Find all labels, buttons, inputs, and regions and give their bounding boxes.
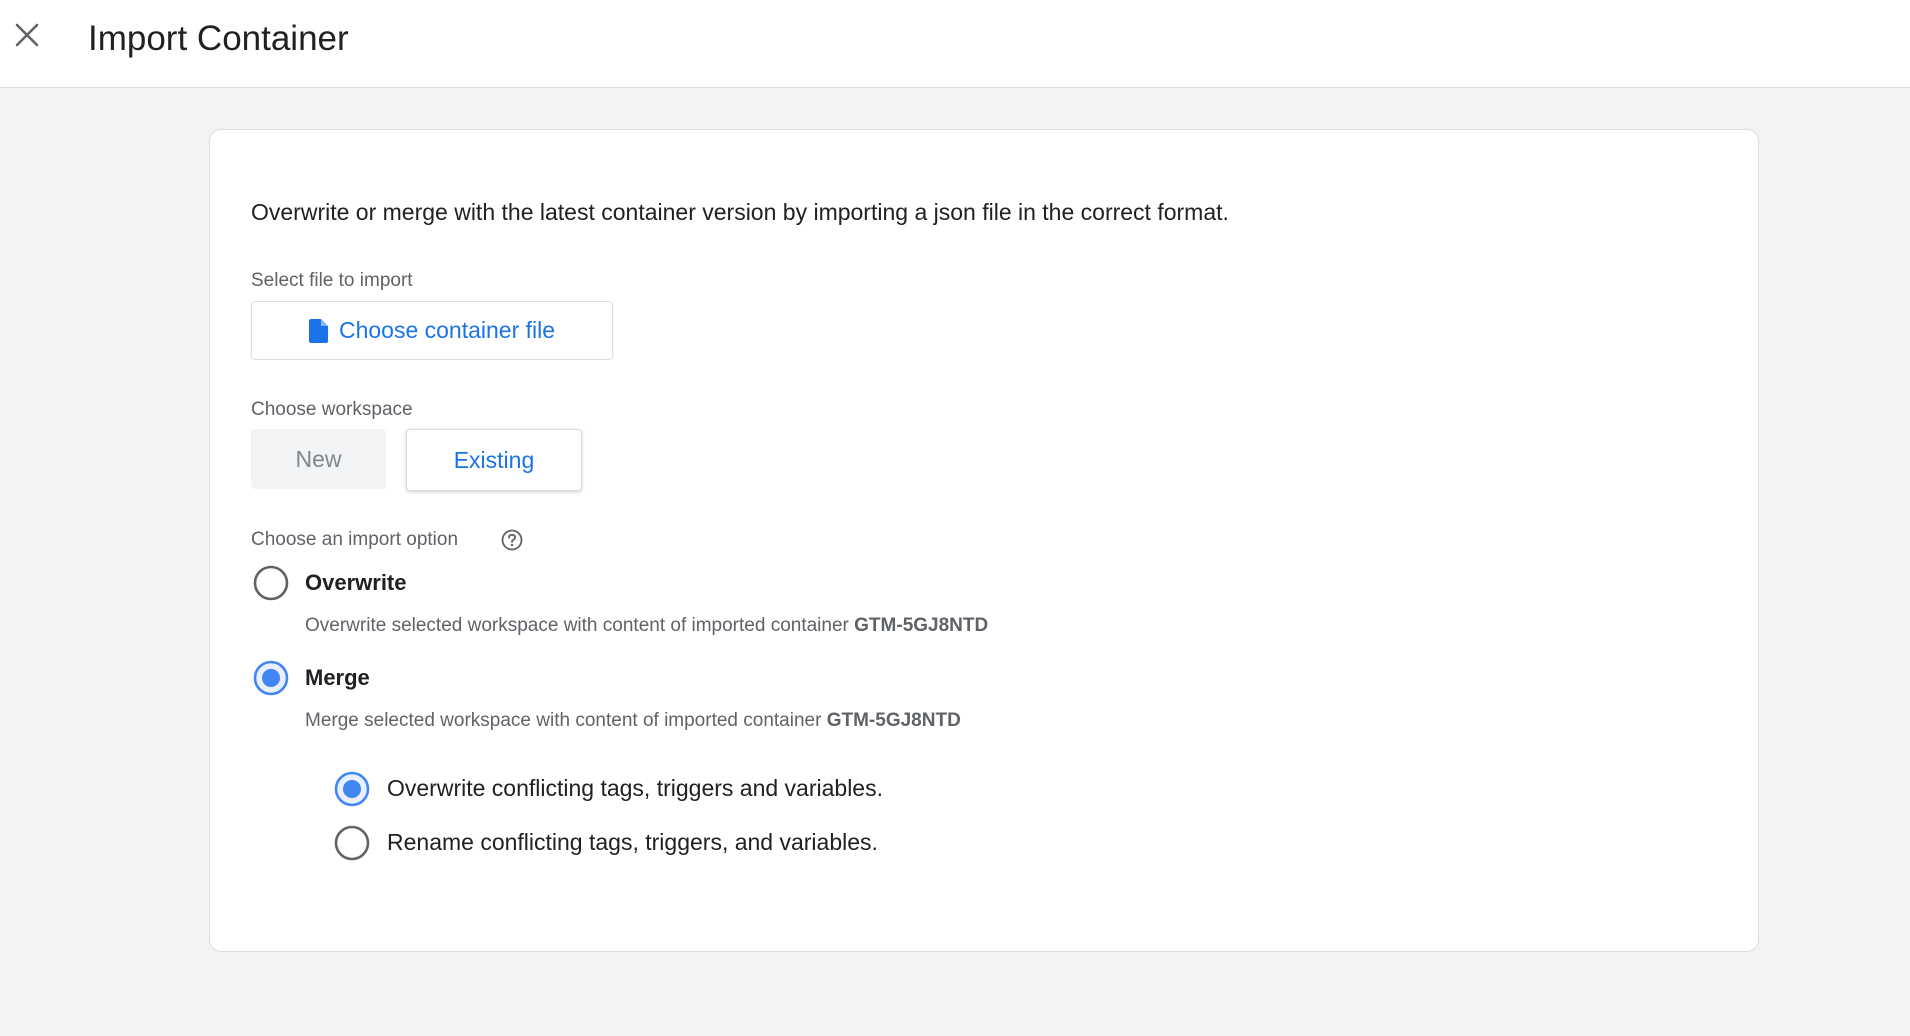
merge-overwrite-conflicts-label: Overwrite conflicting tags, triggers and… [387,775,883,801]
import-option-label: Choose an import option [251,529,459,550]
merge-description: Merge selected workspace with content of… [305,710,961,731]
radio-checked-icon [253,660,289,696]
merge-overwrite-conflicts-radio[interactable] [334,771,370,807]
file-icon [308,318,328,343]
help-button[interactable] [501,529,523,551]
choose-file-button[interactable]: Choose container file [251,301,613,360]
workspace-new-label: New [295,445,342,472]
overwrite-title: Overwrite [305,570,407,595]
radio-checked-icon [334,771,370,807]
top-bar: Import Container [0,0,1910,88]
merge-title: Merge [305,665,370,690]
merge-rename-conflicts-radio[interactable] [334,825,370,861]
import-card: Overwrite or merge with the latest conta… [209,129,1759,952]
merge-radio[interactable] [253,660,289,696]
select-file-label: Select file to import [251,270,413,291]
radio-unchecked-icon [253,565,289,601]
choose-file-label: Choose container file [338,317,556,343]
workspace-label: Choose workspace [251,399,413,420]
workspace-existing-label: Existing [453,446,535,473]
overwrite-description: Overwrite selected workspace with conten… [305,615,989,636]
close-icon [15,23,39,47]
container-id: GTM-5GJ8NTD [826,710,961,731]
merge-rename-conflicts-label: Rename conflicting tags, triggers, and v… [387,829,878,855]
container-id: GTM-5GJ8NTD [854,615,989,636]
overwrite-radio[interactable] [253,565,289,601]
help-icon [501,529,523,551]
close-button[interactable] [10,18,44,52]
workspace-new-button[interactable]: New [251,429,386,489]
intro-text: Overwrite or merge with the latest conta… [251,199,1229,225]
page-title: Import Container [88,19,349,58]
radio-unchecked-icon [334,825,370,861]
workspace-existing-button[interactable]: Existing [406,429,582,491]
